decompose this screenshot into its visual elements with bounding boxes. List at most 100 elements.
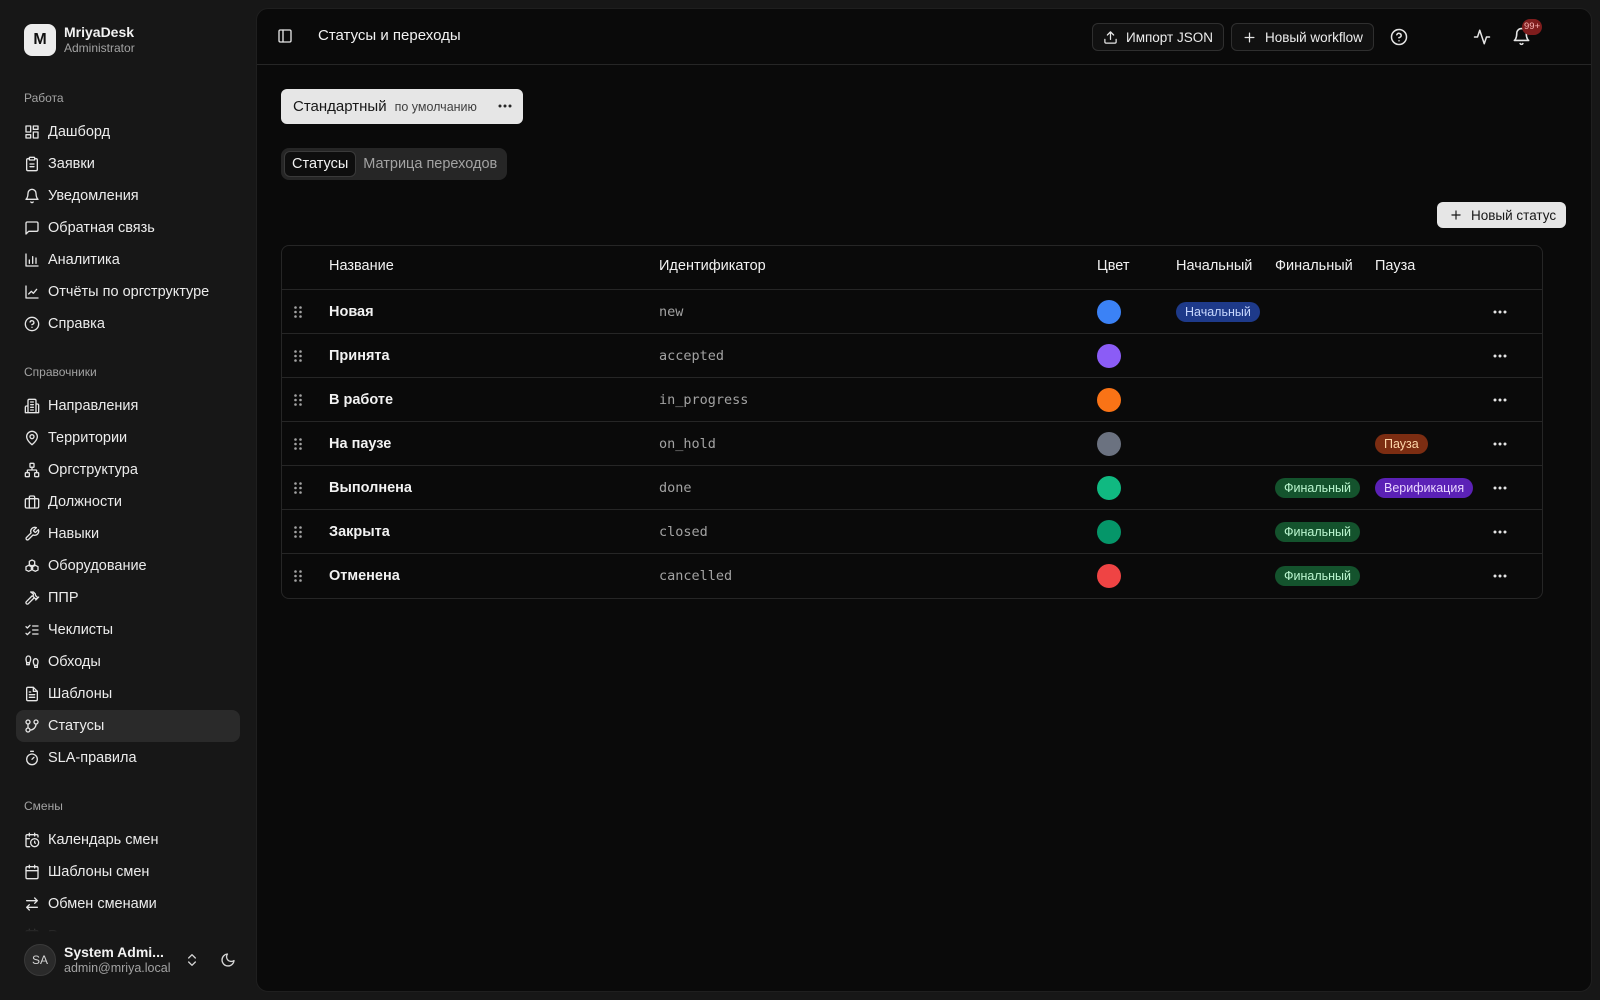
sidebar-item[interactable]: Аналитика xyxy=(16,244,240,276)
status-key: new xyxy=(659,304,684,320)
statuses-table: Название Идентификатор Цвет Начальный Фи… xyxy=(281,245,1543,599)
status-name: Отменена xyxy=(329,568,400,584)
git-branch-icon xyxy=(24,718,40,734)
sidebar-item-label: Обратная связь xyxy=(48,220,155,236)
table-row[interactable]: В работе in_progress xyxy=(282,378,1542,422)
page-title: Статусы и переходы xyxy=(318,27,461,44)
sidebar-item[interactable]: Шаблоны xyxy=(16,678,240,710)
more-horizontal-icon[interactable] xyxy=(1492,378,1510,422)
sidebar-item[interactable]: Обратная связь xyxy=(16,212,240,244)
sidebar-item[interactable]: Территории xyxy=(16,422,240,454)
sidebar-item-label: Статусы xyxy=(48,718,105,734)
workflow-default-label: по умолчанию xyxy=(394,99,477,114)
help-circle-icon xyxy=(24,316,40,332)
grip-vertical-icon[interactable] xyxy=(290,554,306,598)
workflow-selector[interactable]: Стандартный по умолчанию xyxy=(281,89,523,124)
sidebar-item-label: Уведомления xyxy=(48,188,139,204)
sidebar-item[interactable]: Уведомления xyxy=(16,180,240,212)
more-horizontal-icon[interactable] xyxy=(1492,554,1510,598)
column-header-name: Название xyxy=(329,258,394,274)
wrench-icon xyxy=(24,526,40,542)
column-header-initial: Начальный xyxy=(1176,258,1253,274)
tab-transition-matrix[interactable]: Матрица переходов xyxy=(356,151,504,177)
table-row[interactable]: Отменена cancelled Финальный xyxy=(282,554,1542,598)
sidebar-item[interactable]: Дашборд xyxy=(16,116,240,148)
status-color-swatch xyxy=(1097,554,1121,598)
sidebar-item-label: Отчёты по оргструктуре xyxy=(48,284,210,300)
new-workflow-label: Новый workflow xyxy=(1265,29,1363,45)
more-horizontal-icon[interactable] xyxy=(1492,334,1510,378)
sidebar-item[interactable]: Статусы xyxy=(16,710,240,742)
bar-chart-icon xyxy=(24,252,40,268)
verification-badge: Верификация xyxy=(1375,478,1474,498)
sidebar-item[interactable]: Справка xyxy=(16,308,240,340)
sidebar-item[interactable]: SLA-правила xyxy=(16,742,240,774)
bell-icon xyxy=(24,188,40,204)
calendar-clock-icon xyxy=(24,832,40,848)
more-horizontal-icon[interactable] xyxy=(1492,422,1510,466)
plus-icon xyxy=(1244,32,1255,42)
new-status-button[interactable]: Новый статус xyxy=(1437,202,1567,228)
chevrons-up-down-icon[interactable] xyxy=(184,952,200,968)
final-badge: Финальный xyxy=(1275,522,1361,542)
sidebar-item[interactable]: Шаблоны смен xyxy=(16,856,240,888)
help-icon[interactable] xyxy=(1390,28,1408,46)
column-header-color: Цвет xyxy=(1097,258,1130,274)
sidebar-item[interactable]: Обходы xyxy=(16,646,240,678)
sidebar-item[interactable]: Направления xyxy=(16,390,240,422)
sidebar-item[interactable]: Оргструктура xyxy=(16,454,240,486)
sidebar-item-label: ППР xyxy=(48,590,79,606)
status-color-swatch xyxy=(1097,466,1121,510)
sidebar-item[interactable]: Навыки xyxy=(16,518,240,550)
table-row[interactable]: Выполнена done Финальный Верификация xyxy=(282,466,1542,510)
user-email: admin@mriya.local xyxy=(64,961,171,975)
sidebar-toggle-icon[interactable] xyxy=(277,28,293,44)
list-checks-icon xyxy=(24,622,40,638)
table-row[interactable]: На паузе on_hold Пауза xyxy=(282,422,1542,466)
status-color-swatch xyxy=(1097,510,1121,554)
import-json-button[interactable]: Импорт JSON xyxy=(1092,23,1224,51)
status-name: Принята xyxy=(329,348,390,364)
hammer-icon xyxy=(24,590,40,606)
table-row[interactable]: Закрыта closed Финальный xyxy=(282,510,1542,554)
main-panel: Статусы и переходы Импорт JSON Новый wor… xyxy=(256,8,1592,992)
workflow-name: Стандартный xyxy=(293,98,387,115)
sidebar-item[interactable]: Чеклисты xyxy=(16,614,240,646)
grip-vertical-icon[interactable] xyxy=(290,466,306,510)
dashboard-icon xyxy=(24,124,40,140)
sidebar-item[interactable]: Календарь смен xyxy=(16,824,240,856)
view-tabs: Статусы Матрица переходов xyxy=(281,148,508,180)
sidebar-item-label: Обходы xyxy=(48,654,101,670)
new-workflow-button[interactable]: Новый workflow xyxy=(1231,23,1374,51)
tab-statuses[interactable]: Статусы xyxy=(284,151,357,177)
sidebar: M MriyaDesk Administrator Работа Дашборд З… xyxy=(0,0,256,1000)
grip-vertical-icon[interactable] xyxy=(290,510,306,554)
grip-vertical-icon[interactable] xyxy=(290,290,306,334)
more-horizontal-icon[interactable] xyxy=(1492,466,1510,510)
more-horizontal-icon[interactable] xyxy=(497,98,513,114)
user-menu[interactable]: SA System Admi... admin@mriya.local xyxy=(24,944,240,976)
app-role: Administrator xyxy=(64,41,135,55)
moon-icon[interactable] xyxy=(220,952,236,968)
table-row[interactable]: Принята accepted xyxy=(282,334,1542,378)
sidebar-item[interactable]: Отчёты по оргструктуре xyxy=(16,276,240,308)
sidebar-item[interactable]: Заявки xyxy=(16,148,240,180)
more-horizontal-icon[interactable] xyxy=(1492,510,1510,554)
sidebar-item-label: Шаблоны xyxy=(48,686,113,702)
brand[interactable]: M MriyaDesk Administrator xyxy=(24,24,135,56)
sidebar-item-label: Территории xyxy=(48,430,128,446)
sidebar-item[interactable]: Должности xyxy=(16,486,240,518)
grip-vertical-icon[interactable] xyxy=(290,378,306,422)
nav-group-label: Справочники xyxy=(24,365,97,379)
more-horizontal-icon[interactable] xyxy=(1492,290,1510,334)
grip-vertical-icon[interactable] xyxy=(290,422,306,466)
sidebar-nav: Работа Дашборд Заявки Уведомления Обратная с… xyxy=(16,80,240,932)
grip-vertical-icon[interactable] xyxy=(290,334,306,378)
sidebar-item[interactable]: ППР xyxy=(16,582,240,614)
notifications-badge: 99+ xyxy=(1522,19,1543,35)
table-row[interactable]: Новая new Начальный xyxy=(282,290,1542,334)
sidebar-item[interactable]: Оборудование xyxy=(16,550,240,582)
activity-icon[interactable] xyxy=(1473,28,1491,46)
sidebar-item-label: Аналитика xyxy=(48,252,120,268)
sidebar-item-label: Оргструктура xyxy=(48,462,138,478)
